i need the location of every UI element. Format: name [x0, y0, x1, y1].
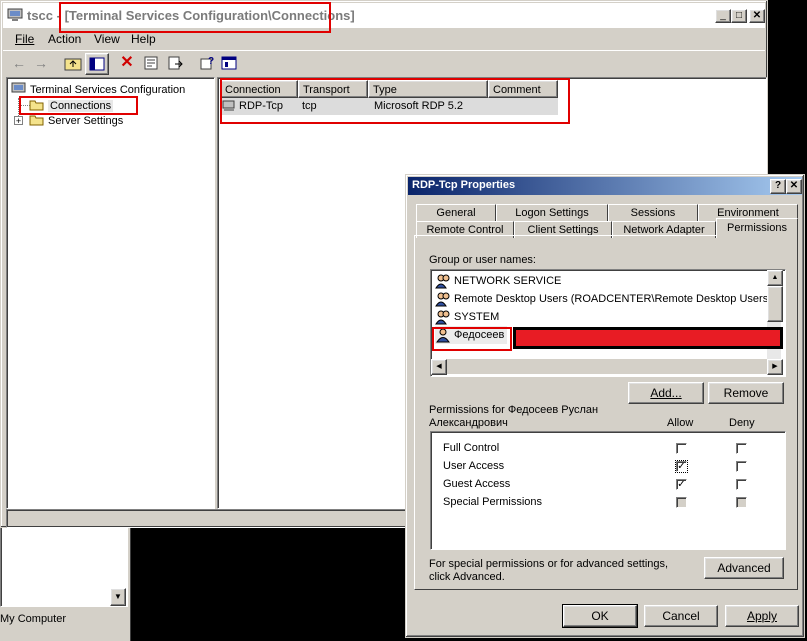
- remove-button[interactable]: Remove: [708, 382, 784, 404]
- title-bar[interactable]: tscc - [Terminal Services Configuration\…: [3, 2, 765, 33]
- tab-sessions[interactable]: Sessions: [608, 204, 698, 221]
- tab-permissions[interactable]: Permissions: [716, 218, 798, 238]
- user-access-allow-checkbox[interactable]: ✓: [675, 460, 688, 473]
- scroll-thumb[interactable]: [767, 286, 783, 322]
- rdp-properties-dialog: RDP-Tcp Properties ? ✕ General Logon Set…: [405, 174, 805, 638]
- horizontal-scrollbar[interactable]: ◀ ▶: [431, 359, 783, 375]
- deny-header: Deny: [729, 417, 755, 429]
- list-item[interactable]: Remote Desktop Users (ROADCENTER\Remote …: [435, 290, 772, 308]
- special-allow-checkbox: [676, 497, 687, 508]
- users-list[interactable]: NETWORK SERVICE Remote Desktop Users (RO…: [430, 269, 786, 377]
- scroll-up-button[interactable]: ▲: [767, 270, 783, 286]
- perm-full-control: Full Control: [443, 442, 500, 454]
- user-group-icon: [435, 291, 451, 307]
- export-list-icon[interactable]: [165, 53, 185, 73]
- perm-guest-access: Guest Access: [443, 478, 511, 490]
- full-control-deny-checkbox[interactable]: [736, 443, 747, 454]
- redaction-bar: [513, 327, 783, 349]
- guest-access-allow-checkbox[interactable]: ✓: [676, 479, 687, 490]
- advanced-note: For special permissions or for advanced …: [429, 558, 669, 570]
- tree-server-settings-label: Server Settings: [48, 115, 124, 127]
- menu-bar: File Action View Help: [3, 29, 765, 49]
- special-deny-checkbox: [736, 497, 747, 508]
- back-icon[interactable]: ←: [9, 53, 29, 73]
- show-tree-icon[interactable]: [85, 53, 109, 75]
- tab-logon-settings[interactable]: Logon Settings: [496, 204, 608, 221]
- perm-user-access: User Access: [443, 460, 505, 472]
- highlight-user: [432, 327, 512, 351]
- background-window: ▼ My Computer: [0, 520, 131, 641]
- tree-item-server-settings[interactable]: Server Settings: [29, 113, 123, 129]
- permissions-for-label-2: Александрович: [429, 417, 508, 429]
- console-icon: [7, 8, 23, 22]
- user-group-icon: [435, 309, 451, 325]
- highlight-list: [220, 78, 570, 124]
- dialog-title: RDP-Tcp Properties: [412, 179, 516, 191]
- tree-pane: Terminal Services Configuration Connecti…: [6, 77, 215, 509]
- permissions-list: Full Control User Access Guest Access Sp…: [430, 431, 786, 550]
- list-item[interactable]: NETWORK SERVICE: [435, 272, 561, 290]
- ok-button[interactable]: OK: [562, 604, 638, 628]
- maximize-button[interactable]: □: [731, 9, 747, 23]
- menu-view[interactable]: View: [94, 32, 120, 46]
- permissions-for-label: Permissions for Федосеев Руслан: [429, 404, 599, 416]
- background-tree-pane: [0, 520, 128, 607]
- menu-help[interactable]: Help: [131, 32, 156, 46]
- svg-text:?: ?: [208, 56, 214, 67]
- properties-icon[interactable]: [141, 53, 161, 73]
- perm-special: Special Permissions: [443, 496, 543, 508]
- dialog-close-icon[interactable]: ✕: [786, 179, 802, 194]
- delete-icon[interactable]: ✕: [117, 53, 137, 73]
- user-access-deny-checkbox[interactable]: [736, 461, 747, 472]
- folder-icon: [29, 113, 45, 129]
- minimize-button[interactable]: _: [715, 9, 731, 23]
- menu-action[interactable]: Action: [48, 32, 81, 46]
- allow-header: Allow: [667, 417, 694, 429]
- close-button[interactable]: ✕: [749, 9, 765, 23]
- list-item[interactable]: SYSTEM: [435, 308, 499, 326]
- new-window-icon[interactable]: [219, 53, 239, 73]
- user-group-icon: [435, 273, 451, 289]
- tree-root-label: Terminal Services Configuration: [30, 83, 186, 96]
- advanced-button[interactable]: Advanced: [704, 557, 784, 579]
- toolbar: ← → ✕ ?: [3, 50, 765, 77]
- group-label: Group or user names:: [429, 254, 536, 266]
- help-question-icon[interactable]: ?: [770, 179, 786, 194]
- dialog-title-bar[interactable]: RDP-Tcp Properties ? ✕: [408, 177, 802, 195]
- scroll-left-button[interactable]: ◀: [431, 359, 447, 375]
- add-button[interactable]: Add...: [628, 382, 704, 404]
- guest-access-deny-checkbox[interactable]: [736, 479, 747, 490]
- cancel-button[interactable]: Cancel: [644, 605, 718, 627]
- apply-button[interactable]: Apply: [725, 605, 799, 627]
- up-folder-icon[interactable]: [63, 53, 83, 73]
- tab-general[interactable]: General: [416, 204, 496, 221]
- advanced-note-2: click Advanced.: [429, 571, 505, 583]
- scroll-down-button[interactable]: ▼: [110, 588, 126, 606]
- forward-icon[interactable]: →: [31, 53, 51, 73]
- menu-file[interactable]: File: [15, 32, 34, 46]
- scroll-right-button[interactable]: ▶: [767, 359, 783, 375]
- expand-icon[interactable]: +: [14, 116, 23, 126]
- help-icon[interactable]: ?: [197, 53, 217, 73]
- full-control-allow-checkbox[interactable]: [676, 443, 687, 454]
- status-text: My Computer: [0, 613, 67, 625]
